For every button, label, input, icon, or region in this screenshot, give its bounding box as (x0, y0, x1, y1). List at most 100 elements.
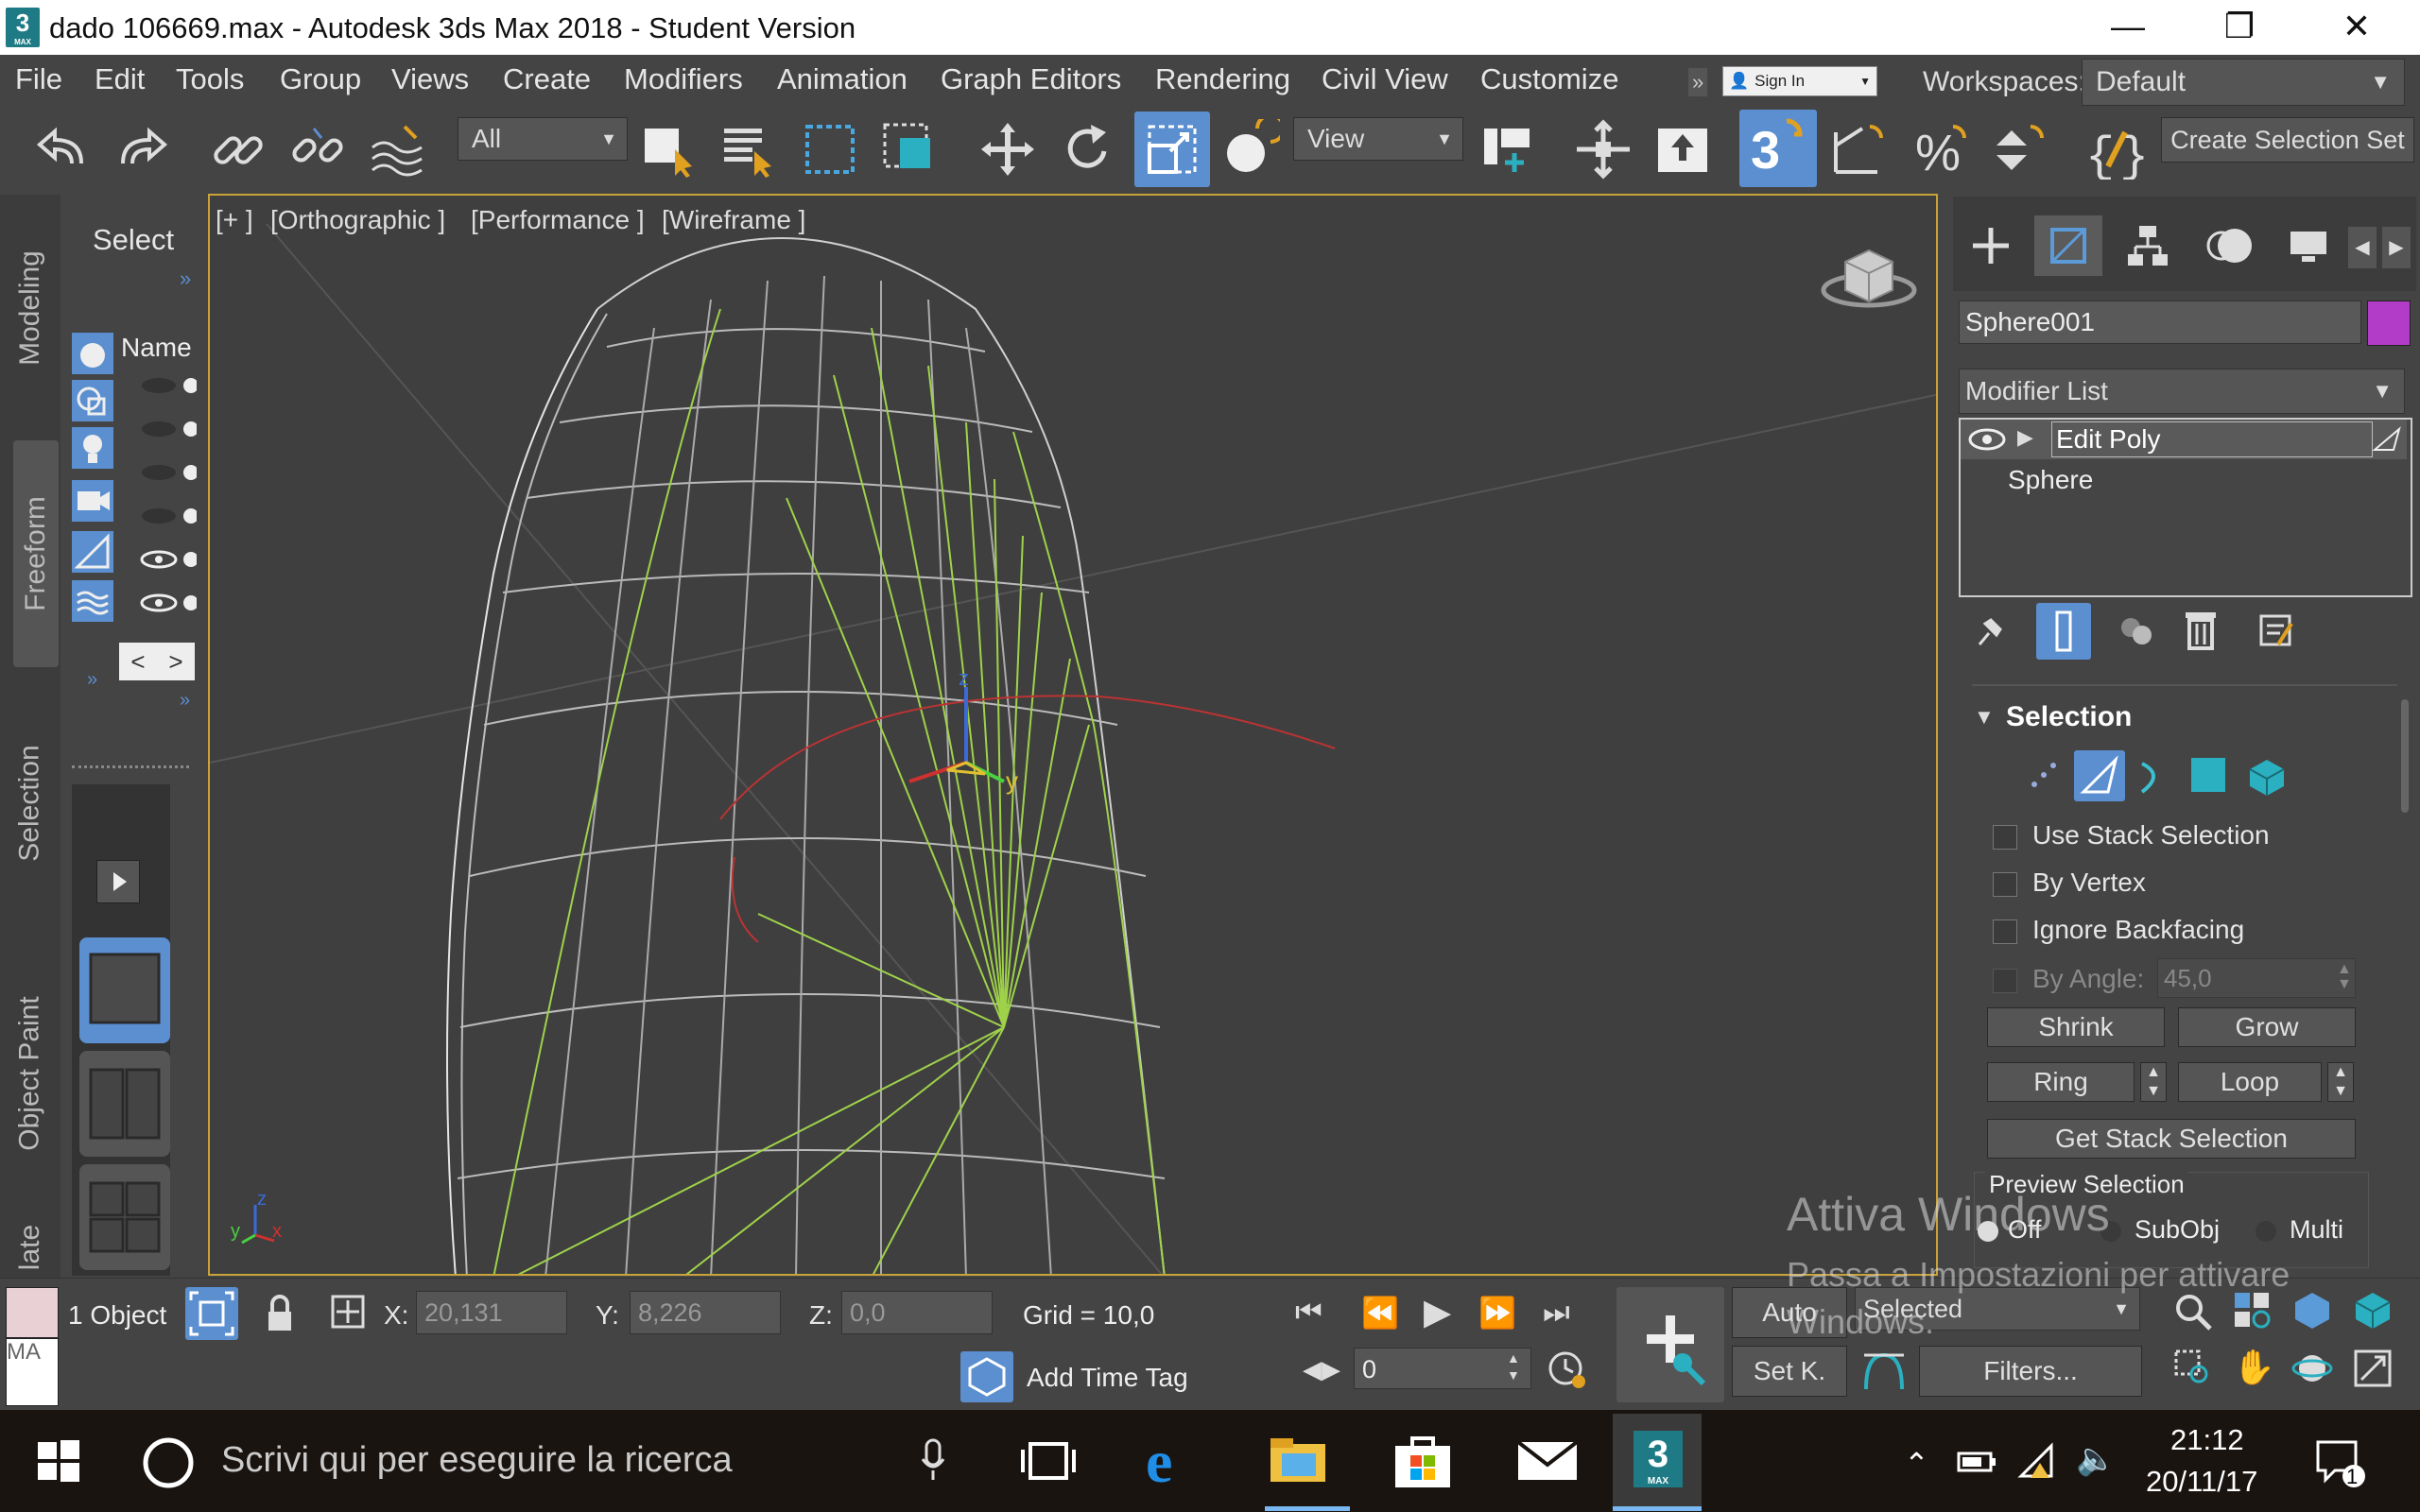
ribbon-tab-populate[interactable]: late (0, 1210, 60, 1285)
play-icon[interactable]: ▶ (1424, 1291, 1451, 1333)
ring-spinner-icon[interactable]: ▲ ▼ (2140, 1062, 2167, 1102)
zoom-icon[interactable] (2172, 1291, 2214, 1332)
rectangular-selection-icon[interactable] (796, 115, 864, 183)
name-column-header[interactable]: Name (121, 333, 192, 363)
show-end-result-icon[interactable] (2036, 603, 2091, 660)
network-warning-icon[interactable] (2017, 1442, 2059, 1480)
place-icon[interactable] (1216, 115, 1284, 183)
viewport-performance[interactable]: [Performance ] (471, 205, 645, 235)
time-tag-icon[interactable] (960, 1351, 1013, 1402)
tab-scroll-right-icon[interactable]: ▶ (2382, 227, 2411, 268)
viewport-point-of-view[interactable]: [Orthographic ] (270, 205, 445, 235)
go-to-end-icon[interactable]: ⏭ (1543, 1295, 1570, 1331)
display-geometry-icon[interactable] (72, 333, 113, 374)
remove-modifier-icon[interactable] (2182, 609, 2220, 652)
viewport-orthographic[interactable]: z y z x y [+ ] [Orthographic ] [Performa… (208, 194, 1938, 1276)
wireframe-mesh[interactable] (210, 196, 1938, 1276)
app-icon[interactable]: 3 MAX (6, 8, 40, 47)
keyboard-shortcut-override-icon[interactable] (1649, 115, 1717, 183)
action-center-icon[interactable] (2314, 1436, 2367, 1489)
visibility-toggle-hidden-icon[interactable] (140, 507, 197, 525)
sign-in-dropdown[interactable]: 👤 Sign In ▼ (1722, 66, 1877, 96)
select-manipulate-icon[interactable] (1569, 115, 1637, 183)
grow-button[interactable]: Grow (2178, 1007, 2356, 1047)
view-cube-icon[interactable] (1817, 233, 1921, 318)
viewport-menu-plus[interactable]: [+ ] (216, 205, 253, 235)
add-time-tag-label[interactable]: Add Time Tag (1027, 1363, 1188, 1393)
edit-named-selection-icon[interactable]: {} (2080, 115, 2148, 183)
display-helpers-icon[interactable] (72, 531, 113, 573)
go-to-start-icon[interactable]: ⏮ (1295, 1295, 1322, 1331)
loop-button[interactable]: Loop (2178, 1062, 2322, 1102)
explorer-overflow-right[interactable]: » (180, 690, 190, 712)
menu-civil-view[interactable]: Civil View (1322, 62, 1448, 96)
polygon-mode-icon[interactable] (2074, 750, 2125, 801)
microphone-icon[interactable] (919, 1436, 947, 1484)
zoom-extents-icon[interactable] (2291, 1289, 2333, 1331)
bind-space-warp-icon[interactable] (363, 115, 431, 183)
border-mode-icon[interactable] (2133, 756, 2174, 798)
object-name-field[interactable]: Sphere001 (1959, 301, 2361, 344)
isolate-selection-icon[interactable] (185, 1287, 238, 1340)
window-crossing-icon[interactable] (875, 115, 943, 183)
transform-gizmo[interactable]: z y (890, 668, 1061, 819)
menu-modifiers[interactable]: Modifiers (624, 62, 743, 96)
motion-tab-icon[interactable] (2195, 215, 2263, 276)
show-hidden-icons[interactable]: ⌃ (1904, 1446, 1929, 1482)
stack-item-edit-poly-label[interactable]: Edit Poly (2051, 421, 2373, 457)
eye-icon[interactable] (1968, 425, 2006, 454)
tab-scroll-left-icon[interactable]: ◀ (2348, 227, 2377, 268)
vertex-mode-icon[interactable] (2023, 756, 2065, 798)
ribbon-tab-object-paint[interactable]: Object Paint (0, 960, 60, 1187)
selection-filter-dropdown[interactable]: All ▼ (458, 117, 628, 161)
z-coord-field[interactable]: 0,0 (841, 1291, 993, 1334)
preview-subobj-radio[interactable]: SubObj (2100, 1215, 2220, 1245)
edge-browser-icon[interactable]: e (1146, 1427, 1172, 1497)
pivot-center-icon[interactable] (1475, 115, 1543, 183)
by-angle-spinner[interactable]: 45,0 (2157, 958, 2356, 998)
layout-single-viewport[interactable] (79, 937, 170, 1043)
menu-animation[interactable]: Animation (777, 62, 908, 96)
select-by-name-icon[interactable] (715, 115, 783, 183)
use-stack-selection-checkbox[interactable]: Use Stack Selection (1993, 820, 2270, 850)
create-selection-set-field[interactable]: Create Selection Set (2161, 117, 2414, 163)
redo-icon[interactable] (108, 115, 176, 183)
percent-snap-icon[interactable]: % (1908, 115, 1976, 183)
maxscript-listener-pink[interactable] (6, 1287, 59, 1338)
set-key-button[interactable]: Set K. (1732, 1346, 1847, 1397)
ribbon-tab-modeling[interactable]: Modeling (0, 223, 60, 393)
clock-date[interactable]: 20/11/17 (2146, 1465, 2257, 1499)
command-panel-scrollbar[interactable] (2401, 699, 2409, 813)
ribbon-tab-freeform[interactable]: Freeform (13, 440, 59, 667)
menu-create[interactable]: Create (503, 62, 591, 96)
task-view-icon[interactable] (1019, 1436, 1078, 1486)
y-coord-field[interactable]: 8,226 (630, 1291, 781, 1334)
by-vertex-checkbox[interactable]: By Vertex (1993, 868, 2146, 898)
maximize-viewport-icon[interactable] (2352, 1348, 2394, 1389)
time-configuration-icon[interactable] (1547, 1349, 1588, 1391)
pan-view-icon[interactable]: ✋ (2233, 1348, 2275, 1387)
display-space-warps-icon[interactable] (72, 580, 113, 622)
layout-play-icon[interactable] (96, 860, 140, 903)
rotate-icon[interactable] (1053, 115, 1121, 183)
zoom-all-icon[interactable] (2231, 1289, 2273, 1331)
pin-stack-icon[interactable] (1970, 612, 2008, 650)
menu-rendering[interactable]: Rendering (1155, 62, 1290, 96)
file-explorer-icon[interactable] (1269, 1433, 1327, 1486)
layout-two-viewports[interactable] (79, 1051, 170, 1157)
visibility-toggle-hidden-icon[interactable] (140, 376, 197, 395)
modify-tab-icon[interactable] (2034, 215, 2102, 276)
next-frame-icon[interactable]: ⏩ (1478, 1295, 1516, 1331)
visibility-toggle-hidden-icon[interactable] (140, 463, 197, 482)
zoom-region-icon[interactable] (2172, 1348, 2214, 1389)
nav-next-button[interactable]: > (168, 647, 182, 677)
scale-icon[interactable] (1134, 112, 1210, 187)
explorer-overflow[interactable]: » (180, 266, 191, 291)
stack-item-sphere[interactable]: Sphere (2008, 465, 2093, 495)
absolute-mode-icon[interactable] (329, 1293, 367, 1331)
selection-rollout-title[interactable]: Selection (2006, 701, 2132, 733)
menu-group[interactable]: Group (280, 62, 361, 96)
hierarchy-tab-icon[interactable] (2114, 215, 2182, 276)
clock-time[interactable]: 21:12 (2170, 1423, 2244, 1457)
element-mode-icon[interactable] (2246, 756, 2288, 798)
